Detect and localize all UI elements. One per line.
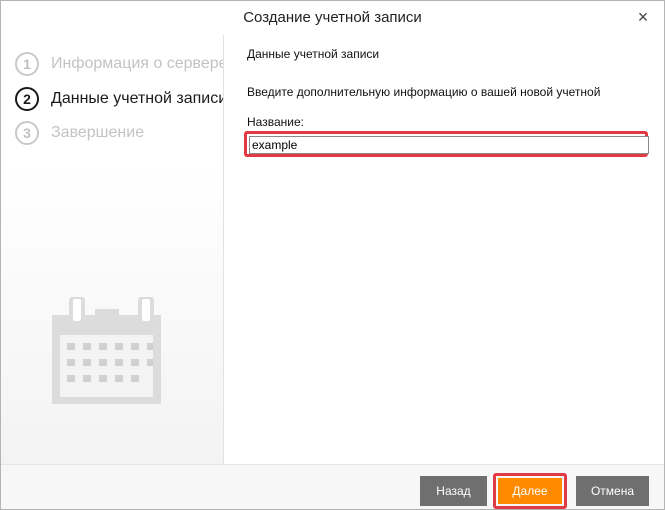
wizard-sidebar: 1 Информация о сервере 2 Данные учетной …: [1, 35, 224, 464]
title-bar: Создание учетной записи ×: [1, 1, 664, 35]
back-button[interactable]: Назад: [420, 476, 487, 506]
name-field-highlight: [244, 131, 649, 157]
step-number: 2: [15, 87, 39, 111]
step-number: 3: [15, 121, 39, 145]
section-title: Данные учетной записи: [247, 47, 380, 61]
calendar-icon: [52, 297, 161, 404]
wizard-content: Данные учетной записи Введите дополнител…: [224, 35, 664, 464]
next-button-highlight: Далее: [493, 473, 567, 509]
close-icon[interactable]: ×: [634, 8, 652, 26]
step-label: Информация о сервере: [51, 55, 224, 72]
cancel-button[interactable]: Отмена: [576, 476, 649, 506]
next-button[interactable]: Далее: [498, 478, 562, 504]
account-creation-dialog: Создание учетной записи × 1 Информация о…: [0, 0, 665, 510]
dialog-title: Создание учетной записи: [243, 9, 422, 26]
name-field-label: Название:: [247, 115, 304, 129]
step-label: Данные учетной записи: [51, 90, 224, 107]
name-input[interactable]: [249, 136, 649, 154]
dialog-footer: Назад Далее Отмена: [1, 464, 664, 509]
step-number: 1: [15, 52, 39, 76]
step-completion: 3 Завершение: [15, 119, 223, 147]
instructions-text: Введите дополнительную информацию о ваше…: [247, 85, 601, 99]
step-label: Завершение: [51, 124, 145, 141]
step-account-data: 2 Данные учетной записи: [15, 85, 224, 113]
step-server-info: 1 Информация о сервере: [15, 50, 224, 78]
